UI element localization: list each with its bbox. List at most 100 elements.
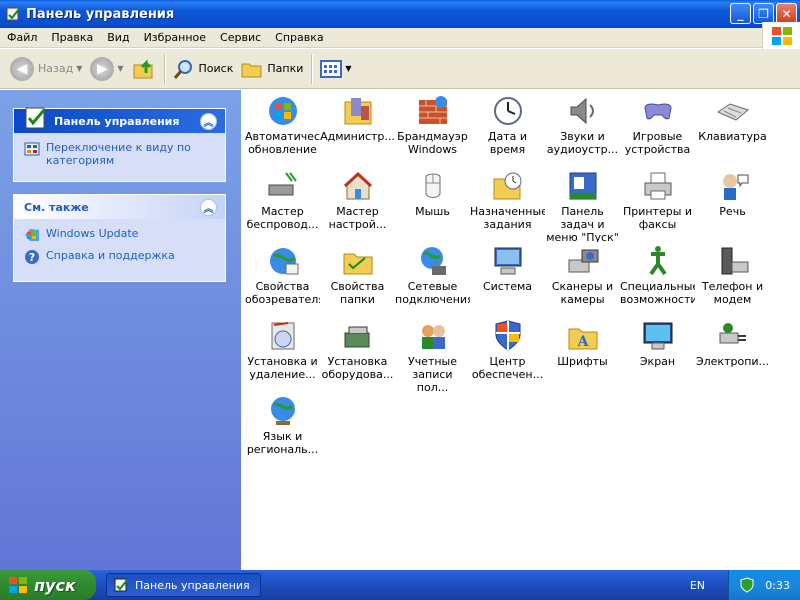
dropdown-icon: ▼ [117, 64, 124, 73]
control-panel-item[interactable]: Центр обеспечен... [470, 317, 545, 392]
title-bar[interactable]: Панель управления _ ❐ ✕ [0, 0, 800, 28]
control-panel-item[interactable]: Звуки и аудиоустр... [545, 92, 620, 167]
start-button[interactable]: пуск [0, 570, 96, 600]
dropdown-icon: ▼ [76, 64, 83, 73]
content-area: Автоматическое обновлениеАдминистр...Бра… [241, 90, 800, 570]
close-button[interactable]: ✕ [776, 3, 797, 24]
item-label: Сканеры и камеры [551, 280, 614, 306]
see-also-header[interactable]: См. также ︽ [14, 195, 225, 219]
speech-icon [716, 169, 750, 203]
control-panel-title: Панель управления [54, 114, 180, 128]
item-label: Принтеры и факсы [622, 205, 693, 231]
control-panel-item[interactable]: Речь [695, 167, 770, 242]
item-label: Звуки и аудиоустр... [546, 130, 619, 156]
control-panel-item[interactable]: Экран [620, 317, 695, 392]
network-wizard-icon [341, 169, 375, 203]
up-button[interactable] [128, 52, 160, 86]
system-tray: 0:33 [728, 570, 800, 600]
search-label: Поиск [198, 62, 234, 75]
folders-button[interactable]: Папки [237, 52, 307, 86]
mouse-icon [416, 169, 450, 203]
control-panel-item[interactable]: Дата и время [470, 92, 545, 167]
taskbar: пуск Панель управления EN 0:33 [0, 570, 800, 600]
svg-text:A: A [576, 334, 589, 350]
toolbar: ◀ Назад ▼ ▶ ▼ Поиск Папки ▼ [0, 49, 800, 89]
item-label: Телефон и модем [701, 280, 764, 306]
control-panel-item[interactable]: Администр... [320, 92, 395, 167]
language-indicator[interactable]: EN [690, 579, 705, 592]
maximize-button[interactable]: ❐ [753, 3, 774, 24]
security-alert-icon[interactable] [739, 577, 755, 593]
control-panel-item[interactable]: Система [470, 242, 545, 317]
item-label: Мышь [415, 205, 450, 218]
control-panel-item[interactable]: Свойства папки [320, 242, 395, 317]
windows-update-link[interactable]: Windows Update [24, 227, 215, 243]
taskbar-item-control-panel[interactable]: Панель управления [106, 573, 261, 597]
fonts-icon: A [566, 319, 600, 353]
item-label: Назначенные задания [470, 205, 545, 231]
minimize-button[interactable]: _ [730, 3, 751, 24]
control-panel-item[interactable]: Сетевые подключения [395, 242, 470, 317]
date-time-icon [491, 94, 525, 128]
control-panel-item[interactable]: Учетные записи пол... [395, 317, 470, 392]
menu-tools[interactable]: Сервис [213, 31, 268, 44]
control-panel-item[interactable]: Назначенные задания [470, 167, 545, 242]
back-button[interactable]: ◀ Назад ▼ [6, 52, 86, 86]
control-panel-item[interactable]: Установка оборудова... [320, 317, 395, 392]
control-panel-item[interactable]: Мастер беспровод... [245, 167, 320, 242]
control-panel-item[interactable]: Телефон и модем [695, 242, 770, 317]
control-panel-item[interactable]: Установка и удаление... [245, 317, 320, 392]
help-support-link[interactable]: ? Справка и поддержка [24, 249, 215, 265]
menu-file[interactable]: Файл [0, 31, 44, 44]
menu-view[interactable]: Вид [100, 31, 136, 44]
control-panel-item[interactable]: Мастер настрой... [320, 167, 395, 242]
switch-link-label: Переключение к виду по категориям [46, 141, 191, 167]
control-panel-item[interactable]: Свойства обозревателя [245, 242, 320, 317]
internet-options-icon [266, 244, 300, 278]
game-controller-icon [641, 94, 675, 128]
collapse-icon[interactable]: ︽ [200, 198, 217, 216]
control-panel-item[interactable]: Мышь [395, 167, 470, 242]
control-panel-item[interactable]: Язык и региональ... [245, 392, 320, 467]
clock[interactable]: 0:33 [765, 579, 790, 592]
forward-button[interactable]: ▶ ▼ [86, 52, 127, 86]
admin-tools-icon [341, 94, 375, 128]
system-icon [491, 244, 525, 278]
control-panel-item[interactable]: Игровые устройства [620, 92, 695, 167]
wireless-wizard-icon [266, 169, 300, 203]
control-panel-item[interactable]: Клавиатура [695, 92, 770, 167]
user-accounts-icon [416, 319, 450, 353]
collapse-icon[interactable]: ︽ [200, 112, 217, 130]
toolbar-separator [311, 53, 313, 84]
regional-language-icon [266, 394, 300, 428]
menu-help[interactable]: Справка [268, 31, 330, 44]
item-label: Администр... [320, 130, 395, 143]
folders-label: Папки [267, 62, 304, 75]
phone-modem-icon [716, 244, 750, 278]
control-panel-item[interactable]: Панель задач и меню "Пуск" [545, 167, 620, 242]
control-panel-grid: Автоматическое обновлениеАдминистр...Бра… [245, 92, 770, 467]
control-panel-header[interactable]: Панель управления ︽ [14, 107, 225, 133]
control-panel-item[interactable]: Электропи... [695, 317, 770, 392]
start-label: пуск [34, 575, 76, 595]
item-label: Панель задач и меню "Пуск" [546, 205, 619, 242]
menu-edit[interactable]: Правка [44, 31, 100, 44]
add-hardware-icon [341, 319, 375, 353]
control-panel-item[interactable]: Специальные возможности [620, 242, 695, 317]
sound-icon [566, 94, 600, 128]
taskbar-item-label: Панель управления [135, 578, 250, 592]
item-label: Специальные возможности [620, 280, 695, 306]
control-panel-item[interactable]: Принтеры и факсы [620, 167, 695, 242]
close-icon: ✕ [781, 6, 792, 21]
control-panel-item[interactable]: Брандмауэр Windows [395, 92, 470, 167]
menu-favorites[interactable]: Избранное [137, 31, 213, 44]
item-label: Электропи... [695, 355, 770, 368]
item-label: Мастер беспровод... [246, 205, 319, 231]
scheduled-tasks-icon [491, 169, 525, 203]
control-panel-item[interactable]: Сканеры и камеры [545, 242, 620, 317]
control-panel-item[interactable]: A Шрифты [545, 317, 620, 392]
views-button[interactable]: ▼ [316, 52, 355, 86]
control-panel-item[interactable]: Автоматическое обновление [245, 92, 320, 167]
search-button[interactable]: Поиск [169, 52, 238, 86]
switch-to-category-view-link[interactable]: Переключение к виду по категориям [24, 141, 215, 167]
